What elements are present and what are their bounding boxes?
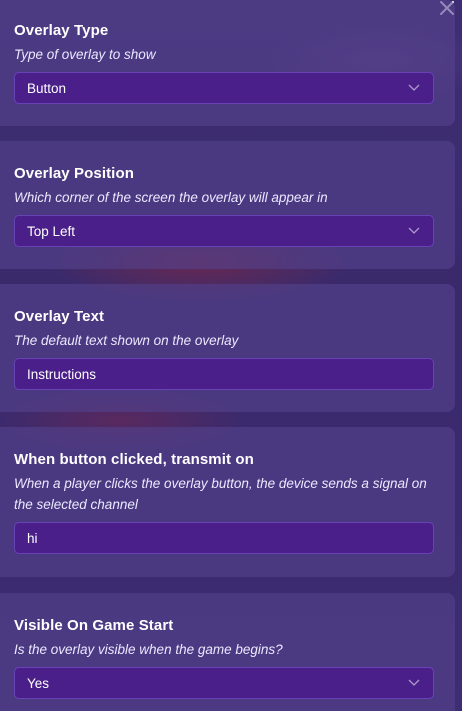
visible-on-game-start-dropdown[interactable]: Yes bbox=[14, 667, 434, 699]
overlay-position-section: Overlay Position Which corner of the scr… bbox=[0, 141, 455, 269]
dropdown-value: Yes bbox=[27, 675, 50, 691]
chevron-down-icon bbox=[407, 676, 421, 690]
section-description: When a player clicks the overlay button,… bbox=[14, 476, 427, 512]
visible-on-game-start-section: Visible On Game Start Is the overlay vis… bbox=[0, 593, 455, 711]
section-description: Is the overlay visible when the game beg… bbox=[14, 642, 283, 657]
section-description: Type of overlay to show bbox=[14, 47, 156, 62]
input-value: Instructions bbox=[27, 366, 97, 382]
overlay-type-dropdown[interactable]: Button bbox=[14, 72, 434, 104]
section-title: Overlay Type bbox=[14, 22, 109, 39]
overlay-position-dropdown[interactable]: Top Left bbox=[14, 215, 434, 247]
dropdown-value: Button bbox=[27, 80, 67, 96]
section-title: When button clicked, transmit on bbox=[14, 451, 254, 468]
dropdown-value: Top Left bbox=[27, 223, 76, 239]
section-description: The default text shown on the overlay bbox=[14, 333, 239, 348]
chevron-down-icon bbox=[407, 224, 421, 238]
transmit-channel-section: When button clicked, transmit on When a … bbox=[0, 427, 455, 577]
section-title: Visible On Game Start bbox=[14, 617, 174, 634]
transmit-channel-input[interactable]: hi bbox=[14, 522, 434, 554]
overlay-text-input[interactable]: Instructions bbox=[14, 358, 434, 390]
overlay-text-section: Overlay Text The default text shown on t… bbox=[0, 284, 455, 412]
input-value: hi bbox=[27, 530, 38, 546]
section-title: Overlay Text bbox=[14, 308, 105, 325]
section-description: Which corner of the screen the overlay w… bbox=[14, 190, 328, 205]
overlay-type-section: Overlay Type Type of overlay to show But… bbox=[0, 0, 455, 126]
chevron-down-icon bbox=[407, 81, 421, 95]
section-title: Overlay Position bbox=[14, 165, 134, 182]
